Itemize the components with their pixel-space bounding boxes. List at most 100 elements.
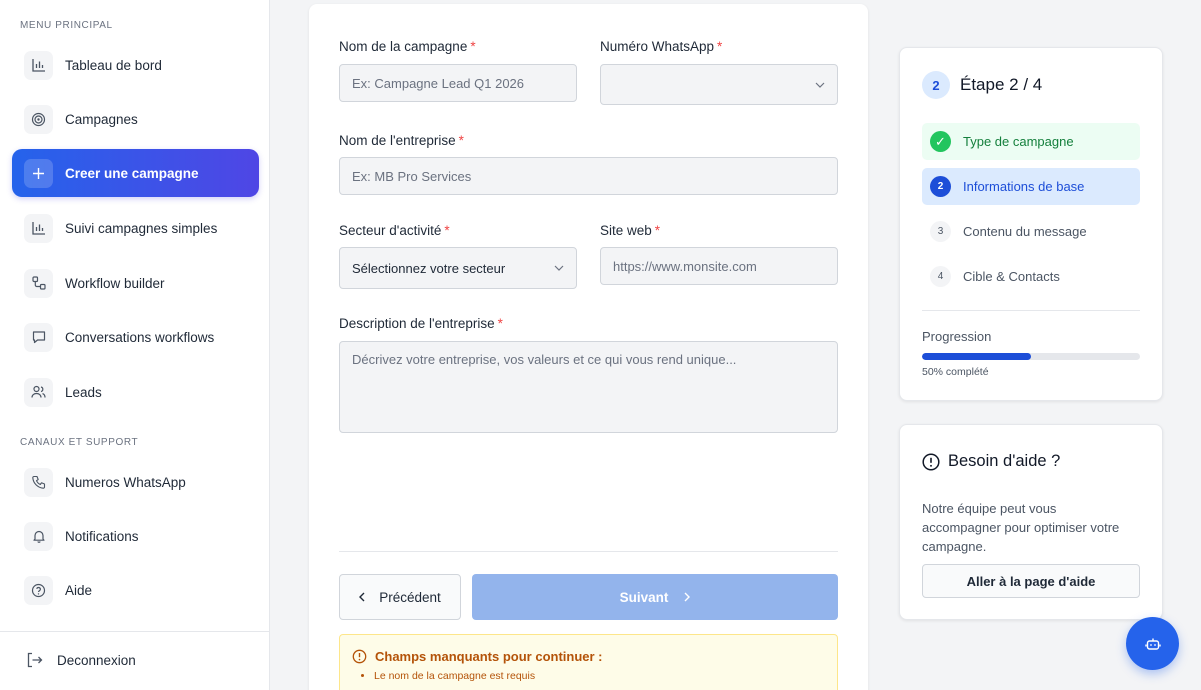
required-mark: * bbox=[444, 223, 450, 238]
sidebar-item-simple-campaigns-tracking[interactable]: Suivi campagnes simples bbox=[12, 204, 259, 252]
sidebar-item-label: Notifications bbox=[65, 528, 139, 544]
users-icon bbox=[24, 377, 53, 407]
help-card: Besoin d'aide ? Notre équipe peut vous a… bbox=[899, 424, 1163, 620]
campaign-name-input[interactable]: Ex: Campagne Lead Q1 2026 bbox=[339, 64, 577, 102]
next-button-label: Suivant bbox=[619, 589, 669, 605]
chatbot-button[interactable] bbox=[1126, 617, 1179, 670]
workflow-icon bbox=[24, 268, 53, 298]
campaign-name-placeholder: Ex: Campagne Lead Q1 2026 bbox=[352, 75, 525, 91]
website-input[interactable]: https://www.monsite.com bbox=[600, 247, 838, 285]
website-placeholder: https://www.monsite.com bbox=[613, 258, 757, 274]
step-label: Informations de base bbox=[963, 179, 1085, 194]
step-label: Contenu du message bbox=[963, 224, 1087, 239]
sidebar-item-label: Conversations workflows bbox=[65, 329, 215, 345]
sector-label-text: Secteur d'activité bbox=[339, 223, 442, 238]
steps-divider bbox=[922, 310, 1140, 311]
sector-label: Secteur d'activité * bbox=[339, 223, 450, 238]
sidebar-item-label: Tableau de bord bbox=[65, 57, 162, 73]
description-label: Description de l'entreprise * bbox=[339, 316, 503, 331]
sidebar-item-notifications[interactable]: Notifications bbox=[12, 512, 259, 560]
progress-bar bbox=[922, 353, 1140, 360]
whatsapp-number-select[interactable] bbox=[600, 64, 838, 105]
campaign-name-label-text: Nom de la campagne bbox=[339, 39, 468, 54]
company-name-placeholder: Ex: MB Pro Services bbox=[352, 168, 472, 184]
sidebar-item-label: Campagnes bbox=[65, 111, 138, 127]
target-icon bbox=[24, 104, 53, 134]
website-label: Site web * bbox=[600, 223, 660, 238]
sidebar-item-leads[interactable]: Leads bbox=[12, 368, 259, 416]
help-page-button[interactable]: Aller à la page d'aide bbox=[922, 564, 1140, 598]
sidebar-item-help[interactable]: Aide bbox=[12, 566, 259, 614]
bar-chart-icon bbox=[24, 50, 53, 80]
sector-value: Sélectionnez votre secteur bbox=[352, 260, 506, 276]
company-name-label: Nom de l'entreprise * bbox=[339, 133, 464, 148]
sidebar-item-label: Suivi campagnes simples bbox=[65, 220, 218, 236]
form-divider bbox=[339, 551, 838, 552]
missing-field-item bbox=[374, 686, 825, 690]
sector-select[interactable]: Sélectionnez votre secteur bbox=[339, 247, 577, 289]
required-mark: * bbox=[654, 223, 661, 238]
missing-fields-alert: Champs manquants pour continuer : Le nom… bbox=[339, 634, 838, 690]
message-icon bbox=[24, 322, 53, 352]
required-mark: * bbox=[458, 133, 464, 148]
chevron-right-icon bbox=[684, 592, 691, 602]
sidebar-item-workflow-builder[interactable]: Workflow builder bbox=[12, 259, 259, 307]
required-mark: * bbox=[717, 39, 723, 54]
check-icon: ✓ bbox=[930, 131, 951, 152]
logout-label: Deconnexion bbox=[57, 652, 136, 668]
chevron-down-icon bbox=[554, 265, 564, 271]
step-number: 4 bbox=[930, 266, 951, 287]
sidebar-item-label: Workflow builder bbox=[65, 275, 165, 291]
logout-button[interactable]: Deconnexion bbox=[26, 652, 136, 668]
step-number: 2 bbox=[930, 176, 951, 197]
missing-field-item: Le nom de la campagne est requis bbox=[374, 670, 825, 682]
missing-fields-list: Le nom de la campagne est requis bbox=[352, 670, 825, 690]
previous-button[interactable]: Précédent bbox=[339, 574, 461, 620]
whatsapp-number-label: Numéro WhatsApp * bbox=[600, 39, 722, 54]
description-textarea[interactable]: Décrivez votre entreprise, vos valeurs e… bbox=[339, 341, 838, 433]
sidebar-item-dashboard[interactable]: Tableau de bord bbox=[12, 41, 259, 89]
step-header: 2 Étape 2 / 4 bbox=[922, 71, 1042, 99]
step-number-badge: 2 bbox=[922, 71, 950, 99]
bar-chart-icon bbox=[24, 213, 53, 243]
help-header: Besoin d'aide ? bbox=[922, 452, 1060, 471]
chevron-left-icon bbox=[359, 592, 365, 602]
step-item-target-contacts[interactable]: 4 Cible & Contacts bbox=[922, 258, 1140, 295]
campaign-name-label: Nom de la campagne * bbox=[339, 39, 476, 54]
previous-button-label: Précédent bbox=[379, 589, 441, 605]
company-name-input[interactable]: Ex: MB Pro Services bbox=[339, 157, 838, 195]
steps-card: 2 Étape 2 / 4 ✓ Type de campagne 2 Infor… bbox=[899, 47, 1163, 401]
progress-bar-fill bbox=[922, 353, 1031, 360]
next-button[interactable]: Suivant bbox=[472, 574, 838, 620]
company-name-label-text: Nom de l'entreprise bbox=[339, 133, 456, 148]
missing-fields-title-text: Champs manquants pour continuer : bbox=[375, 649, 603, 664]
sidebar-item-campaigns[interactable]: Campagnes bbox=[12, 95, 259, 143]
sidebar-item-label: Leads bbox=[65, 384, 102, 400]
sidebar-item-whatsapp-numbers[interactable]: Numeros WhatsApp bbox=[12, 458, 259, 506]
alert-circle-icon bbox=[352, 649, 367, 664]
whatsapp-number-label-text: Numéro WhatsApp bbox=[600, 39, 715, 54]
sidebar-item-label: Aide bbox=[65, 582, 93, 598]
website-label-text: Site web bbox=[600, 223, 652, 238]
alert-circle-icon bbox=[922, 452, 940, 471]
sidebar-item-label: Creer une campagne bbox=[65, 165, 199, 181]
step-title: Étape 2 / 4 bbox=[960, 75, 1043, 94]
help-text: Notre équipe peut vous accompagner pour … bbox=[922, 501, 1120, 554]
step-item-message-content[interactable]: 3 Contenu du message bbox=[922, 213, 1140, 250]
sidebar-item-conversations-workflows[interactable]: Conversations workflows bbox=[12, 313, 259, 361]
sidebar-section-title: MENU PRINCIPAL bbox=[20, 20, 113, 31]
step-item-basic-info[interactable]: 2 Informations de base bbox=[922, 168, 1140, 205]
description-label-text: Description de l'entreprise bbox=[339, 316, 495, 331]
help-circle-icon bbox=[24, 575, 53, 605]
phone-icon bbox=[24, 467, 53, 497]
step-label: Type de campagne bbox=[963, 134, 1074, 149]
sidebar: MENU PRINCIPAL Tableau de bord Campagnes… bbox=[0, 0, 270, 690]
bell-icon bbox=[24, 521, 53, 551]
sidebar-item-create-campaign[interactable]: Creer une campagne bbox=[12, 149, 259, 197]
chevron-down-icon bbox=[815, 82, 825, 88]
help-title: Besoin d'aide ? bbox=[948, 452, 1061, 470]
step-label: Cible & Contacts bbox=[963, 269, 1060, 284]
step-item-campaign-type[interactable]: ✓ Type de campagne bbox=[922, 123, 1140, 160]
logout-icon bbox=[26, 652, 43, 668]
required-mark: * bbox=[497, 316, 503, 331]
